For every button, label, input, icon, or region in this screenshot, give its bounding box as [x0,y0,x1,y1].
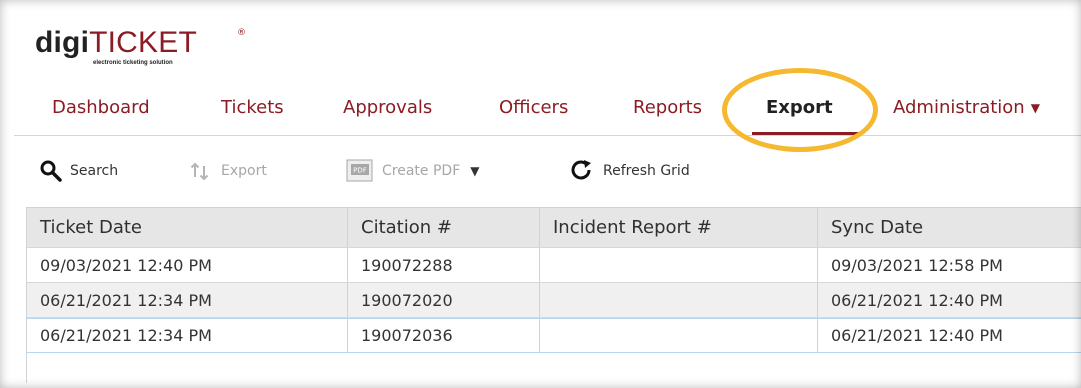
incident-report-cell [540,283,818,317]
main-navigation: Dashboard Tickets Approvals Officers Rep… [0,88,1081,135]
grid-toolbar: Search Export PDF Create PDF ▼ Refresh G… [14,136,1081,207]
export-data-grid: Ticket Date Citation # Incident Report #… [26,207,1081,383]
incident-report-cell [540,319,818,352]
nav-officers[interactable]: Officers [499,97,568,119]
svg-text:PDF: PDF [353,167,367,175]
chevron-down-icon[interactable]: ▼ [470,162,479,180]
sync-date-cell: 06/21/2021 12:40 PM [831,326,1003,345]
nav-administration[interactable]: Administration ▼ [893,97,1040,119]
refresh-grid-button[interactable]: Refresh Grid [569,157,690,185]
search-button-label: Search [70,163,119,179]
chevron-down-icon: ▼ [1030,101,1040,115]
refresh-icon [569,158,595,184]
nav-approvals[interactable]: Approvals [343,97,432,119]
ticket-date-cell: 06/21/2021 12:34 PM [27,283,348,317]
citation-cell: 190072288 [348,248,540,282]
nav-administration-label: Administration [893,97,1025,118]
grid-bottom-edge [26,383,1081,388]
nav-tickets[interactable]: Tickets [221,97,284,119]
logo-digi-text: digi [35,26,90,59]
column-header-incident-report[interactable]: Incident Report # [540,208,818,247]
table-header-row: Ticket Date Citation # Incident Report #… [27,208,1081,248]
incident-report-cell [540,248,818,282]
pdf-icon: PDF [346,158,374,184]
ticket-date-cell: 06/21/2021 12:34 PM [27,319,348,352]
refresh-grid-button-label: Refresh Grid [603,163,690,179]
export-highlight-ring [722,68,878,152]
sync-date-cell: 09/03/2021 12:58 PM [831,255,1003,275]
logo-ticket-text: TICKET [89,26,197,59]
column-header-citation[interactable]: Citation # [348,208,540,247]
ticket-date-cell: 09/03/2021 12:40 PM [27,248,348,282]
table-row-selected[interactable]: 06/21/2021 12:34 PM 190072036 06/21/2021… [27,318,1081,353]
citation-cell: 190072020 [348,283,540,317]
export-icon [189,160,213,182]
logo-wordmark: digiTICKET [35,26,197,60]
column-header-sync-date[interactable]: Sync Date [818,208,1081,247]
export-button-label: Export [221,163,267,179]
table-row[interactable]: 06/21/2021 12:34 PM 190072020 06/21/2021… [27,283,1081,318]
sync-date-cell: 06/21/2021 12:40 PM [831,290,1003,310]
citation-cell: 190072036 [348,319,540,352]
search-button[interactable]: Search [40,157,118,185]
nav-dashboard[interactable]: Dashboard [52,97,150,119]
app-window: digiTICKET ® electronic ticketing soluti… [0,0,1081,388]
column-header-ticket-date[interactable]: Ticket Date [27,208,348,247]
registered-mark: ® [237,28,246,38]
logo-tagline: electronic ticketing solution [93,60,173,66]
create-pdf-button-label: Create PDF [382,163,461,179]
search-icon [40,160,62,182]
digiticket-logo: digiTICKET ® electronic ticketing soluti… [35,26,265,76]
export-button-disabled[interactable]: Export [189,157,267,185]
table-row[interactable]: 09/03/2021 12:40 PM 190072288 09/03/2021… [27,248,1081,283]
nav-reports[interactable]: Reports [633,97,702,119]
create-pdf-button-disabled[interactable]: PDF Create PDF ▼ [346,157,479,185]
